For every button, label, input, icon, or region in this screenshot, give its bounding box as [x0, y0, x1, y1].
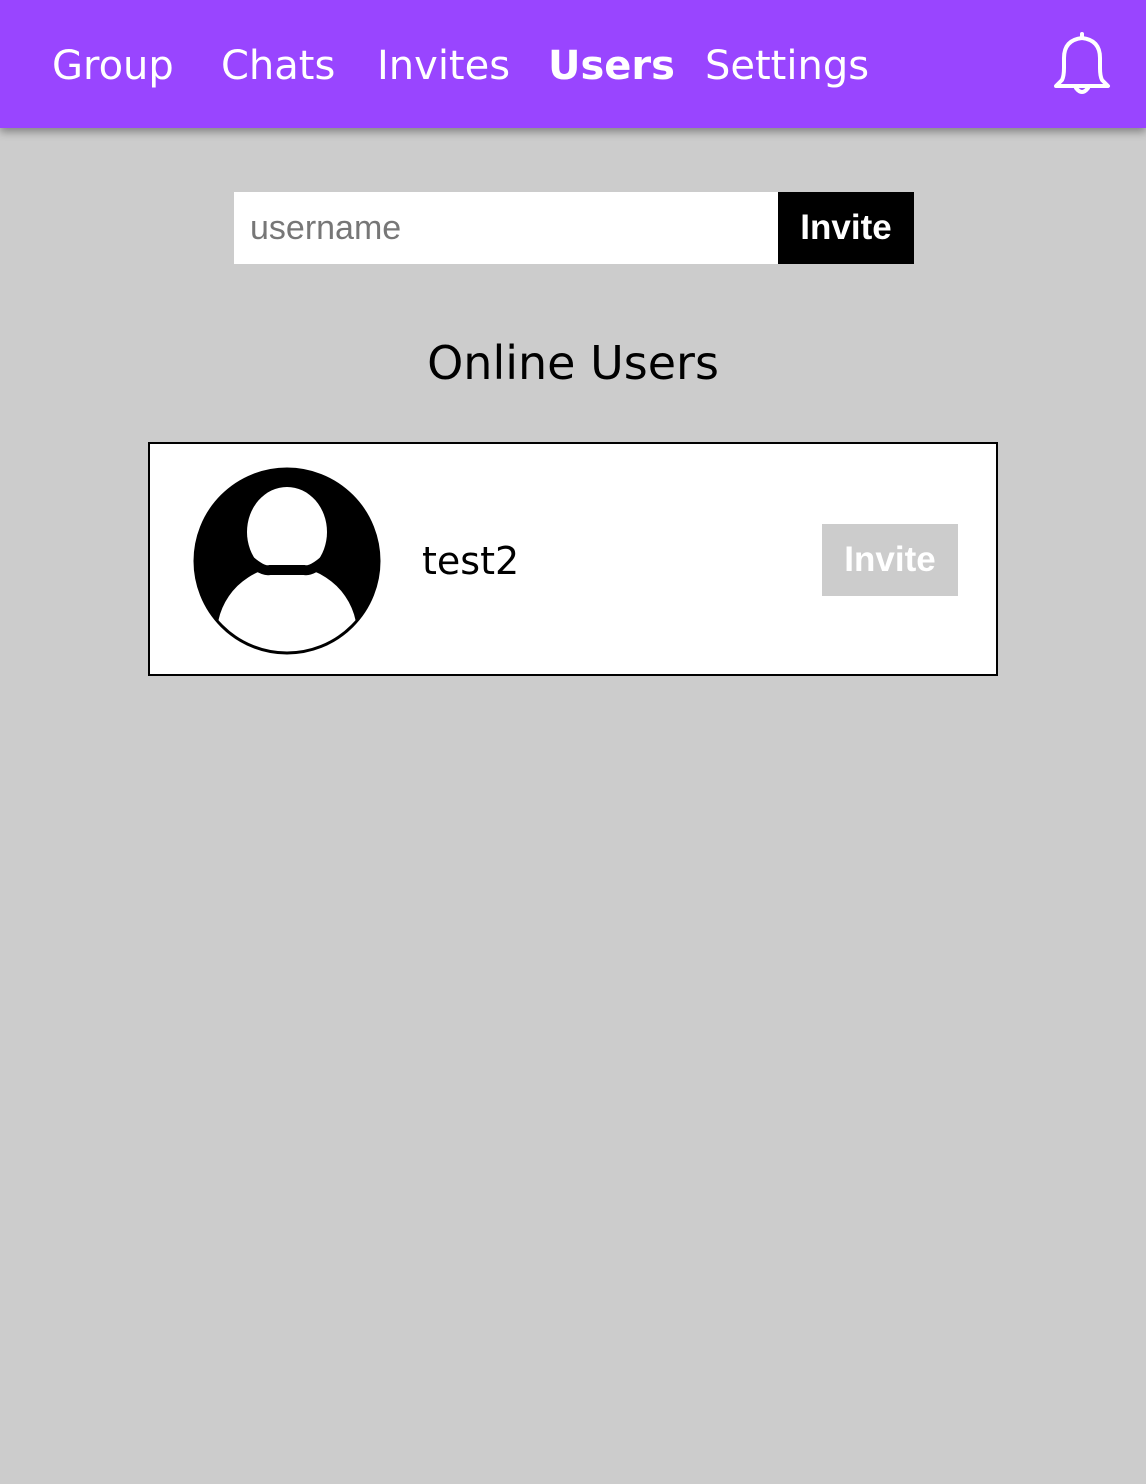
nav-item-users[interactable]: Users — [548, 38, 675, 94]
nav-item-chats[interactable]: Chats — [221, 38, 335, 94]
top-nav-bar: Group Chats Invites Users Settings — [0, 0, 1146, 128]
invite-form: Invite — [234, 192, 914, 264]
username-input[interactable] — [234, 192, 778, 264]
invite-submit-button[interactable]: Invite — [778, 192, 914, 264]
nav-item-settings[interactable]: Settings — [705, 38, 869, 94]
nav-item-invites[interactable]: Invites — [377, 38, 510, 94]
online-users-title: Online Users — [427, 336, 719, 390]
bell-icon[interactable] — [1050, 30, 1114, 98]
nav-item-group[interactable]: Group — [52, 38, 174, 94]
user-card: test2 Invite — [148, 442, 998, 676]
user-avatar-icon — [193, 467, 381, 655]
user-invite-button[interactable]: Invite — [822, 524, 958, 596]
user-name: test2 — [422, 539, 520, 583]
